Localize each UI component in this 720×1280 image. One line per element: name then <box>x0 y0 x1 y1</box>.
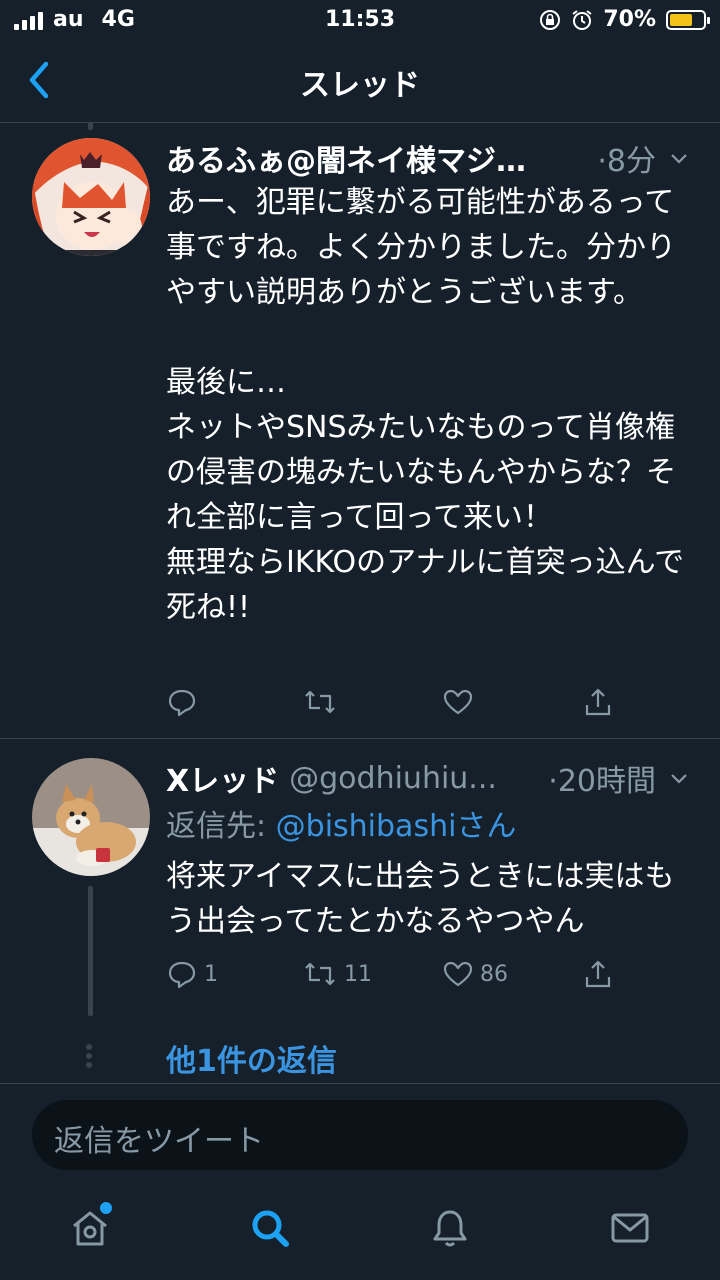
reply-button[interactable] <box>166 686 198 718</box>
reply-icon <box>168 689 196 717</box>
tab-search[interactable] <box>240 1198 300 1258</box>
tweet-actions <box>166 686 646 726</box>
tweet[interactable]: あるふぁ@闇ネイ様マジ… ·8分 あー、犯罪に繋がる可能性があるって事ですね。よ… <box>0 124 720 738</box>
battery-icon <box>666 9 710 30</box>
reply-button[interactable]: 1 <box>166 958 218 990</box>
reply-input[interactable]: 返信をツイート <box>32 1100 688 1170</box>
tweet-time: ·20時間 <box>548 764 656 799</box>
battery-percent: 70% <box>603 7 656 32</box>
more-replies-link[interactable]: 他1件の返信 <box>166 1036 337 1080</box>
tweet-text: あー、犯罪に繋がる可能性があるって事ですね。よく分かりました。分かりやすい説明あ… <box>166 185 685 625</box>
notifications-icon <box>433 1210 467 1247</box>
retweet-button[interactable] <box>302 686 338 718</box>
tweet-text: 将来アイマスに出会うときには実はもう出会ってたとかなるやつやん <box>166 859 675 939</box>
retweet-count: 11 <box>344 961 372 987</box>
thread-dots-icon <box>86 1044 92 1068</box>
page-title: スレッド <box>300 68 420 103</box>
heart-icon <box>443 689 473 715</box>
like-button[interactable] <box>442 686 474 718</box>
reply-context: 返信先: @bishibashiさん <box>166 804 690 849</box>
share-icon <box>585 688 611 716</box>
display-name[interactable]: あるふぁ@闇ネイ様マジ… <box>166 136 526 180</box>
avatar[interactable] <box>32 758 150 876</box>
tweet-header: あるふぁ@闇ネイ様マジ… ·8分 <box>166 136 690 180</box>
nav-bar: スレッド <box>0 40 720 123</box>
rotation-lock-icon <box>540 9 561 30</box>
search-icon <box>252 1210 289 1247</box>
thread-line <box>88 886 93 1016</box>
chevron-down-icon[interactable] <box>668 767 690 789</box>
heart-icon <box>443 961 473 987</box>
tab-notifications[interactable] <box>420 1198 480 1258</box>
share-button[interactable] <box>582 958 614 990</box>
handle[interactable]: @godhiuhiu... <box>289 761 538 796</box>
reply-input-placeholder: 返信をツイート <box>54 1124 264 1159</box>
reply-to-link[interactable]: @bishibashiさん <box>276 809 517 844</box>
divider <box>0 738 720 739</box>
tab-messages[interactable] <box>600 1198 660 1258</box>
like-count: 86 <box>480 961 508 987</box>
notification-dot <box>100 1202 112 1214</box>
display-name[interactable]: Xレッド <box>166 756 279 800</box>
reply-prefix: 返信先: <box>166 809 276 844</box>
reply-composer: 返信をツイート <box>0 1083 720 1189</box>
tab-bar <box>0 1190 720 1280</box>
messages-icon <box>611 1213 649 1243</box>
tweet-actions: 1 11 86 <box>166 958 646 998</box>
alarm-icon <box>572 9 592 30</box>
reply-count: 1 <box>204 961 218 987</box>
share-button[interactable] <box>582 686 614 718</box>
avatar[interactable] <box>32 138 150 256</box>
like-button[interactable]: 86 <box>442 958 508 990</box>
tab-home[interactable] <box>60 1198 120 1258</box>
share-icon <box>585 960 611 988</box>
retweet-button[interactable]: 11 <box>302 958 372 990</box>
status-bar: au 4G 11:53 70% <box>0 0 720 40</box>
reply-icon <box>168 961 196 989</box>
tweet[interactable]: Xレッド @godhiuhiu... ·20時間 返信先: @bishibash… <box>0 740 720 1030</box>
retweet-icon <box>305 962 335 986</box>
retweet-icon <box>305 690 335 714</box>
tweet-time: ·8分 <box>597 144 656 179</box>
tweet-header: Xレッド @godhiuhiu... ·20時間 <box>166 756 690 800</box>
chevron-down-icon[interactable] <box>668 147 690 169</box>
